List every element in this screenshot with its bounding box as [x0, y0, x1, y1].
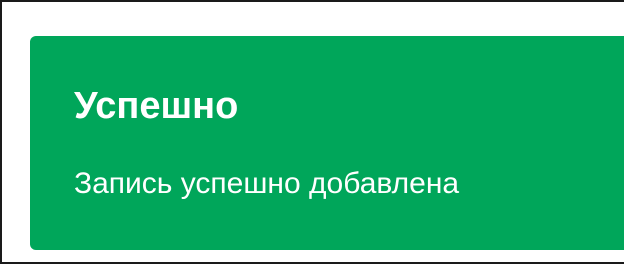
alert-message: Запись успешно добавлена	[74, 167, 460, 200]
alert-title: Успешно	[74, 85, 239, 127]
screenshot-frame: Успешно Запись успешно добавлена	[0, 0, 624, 264]
success-alert: Успешно Запись успешно добавлена	[30, 36, 624, 250]
